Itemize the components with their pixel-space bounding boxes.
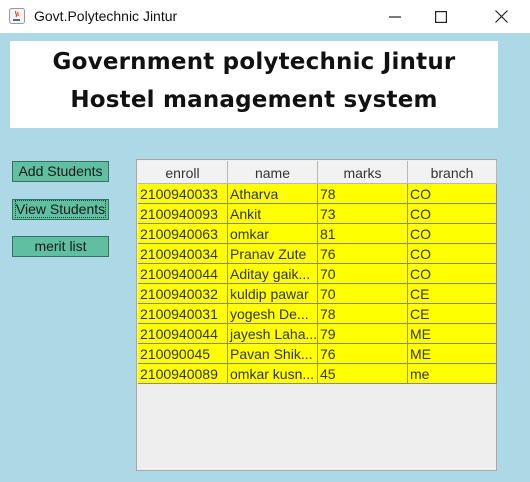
- maximize-button[interactable]: [418, 0, 464, 33]
- table-row[interactable]: 2100940089 omkar kusn... 45 me: [138, 364, 497, 384]
- cell-marks[interactable]: 73: [318, 204, 408, 224]
- minimize-button[interactable]: [372, 0, 418, 33]
- column-header-marks[interactable]: marks: [318, 161, 408, 184]
- banner-subtitle: Hostel management system: [70, 87, 438, 113]
- main-panel: Government polytechnic Jintur Hostel man…: [0, 33, 530, 482]
- cell-marks[interactable]: 70: [318, 264, 408, 284]
- table-row[interactable]: 2100940063 omkar 81 CO: [138, 224, 497, 244]
- cell-branch[interactable]: CO: [408, 204, 497, 224]
- cell-name[interactable]: omkar: [228, 224, 318, 244]
- table-body: 2100940033 Atharva 78 CO 2100940093 Anki…: [138, 184, 497, 384]
- cell-branch[interactable]: CE: [408, 284, 497, 304]
- close-icon: [494, 10, 508, 23]
- column-header-enroll[interactable]: enroll: [138, 161, 228, 184]
- cell-enroll[interactable]: 2100940044: [138, 324, 228, 344]
- table-row[interactable]: 2100940093 Ankit 73 CO: [138, 204, 497, 224]
- banner-title: Government polytechnic Jintur: [52, 49, 456, 75]
- column-header-branch[interactable]: branch: [408, 161, 497, 184]
- table-row[interactable]: 2100940034 Pranav Zute 76 CO: [138, 244, 497, 264]
- cell-enroll[interactable]: 2100940032: [138, 284, 228, 304]
- cell-marks[interactable]: 79: [318, 324, 408, 344]
- cell-branch[interactable]: CO: [408, 264, 497, 284]
- cell-branch[interactable]: CO: [408, 224, 497, 244]
- cell-name[interactable]: yogesh De...: [228, 304, 318, 324]
- title-bar: Govt.Polytechnic Jintur: [0, 0, 530, 33]
- cell-marks[interactable]: 78: [318, 304, 408, 324]
- cell-name[interactable]: Pranav Zute: [228, 244, 318, 264]
- cell-marks[interactable]: 76: [318, 244, 408, 264]
- close-button[interactable]: [478, 0, 524, 33]
- cell-branch[interactable]: ME: [408, 344, 497, 364]
- cell-name[interactable]: Ankit: [228, 204, 318, 224]
- cell-name[interactable]: jayesh Laha...: [228, 324, 318, 344]
- view-students-button[interactable]: View Students: [12, 199, 109, 220]
- cell-marks[interactable]: 70: [318, 284, 408, 304]
- cell-enroll[interactable]: 2100940063: [138, 224, 228, 244]
- table-row[interactable]: 2100940044 jayesh Laha... 79 ME: [138, 324, 497, 344]
- view-students-label: View Students: [14, 200, 107, 218]
- window-title: Govt.Polytechnic Jintur: [34, 8, 178, 24]
- cell-enroll[interactable]: 210090045: [138, 344, 228, 364]
- java-app-icon: [9, 8, 25, 24]
- cell-branch[interactable]: ME: [408, 324, 497, 344]
- cell-enroll[interactable]: 2100940034: [138, 244, 228, 264]
- table-row[interactable]: 2100940032 kuldip pawar 70 CE: [138, 284, 497, 304]
- table-row[interactable]: 2100940044 Aditay gaik... 70 CO: [138, 264, 497, 284]
- cell-branch[interactable]: CE: [408, 304, 497, 324]
- students-table[interactable]: enroll name marks branch 2100940033 Atha…: [136, 159, 497, 471]
- cell-enroll[interactable]: 2100940033: [138, 184, 228, 204]
- cell-name[interactable]: Pavan Shik...: [228, 344, 318, 364]
- cell-enroll[interactable]: 2100940089: [138, 364, 228, 384]
- cell-name[interactable]: omkar kusn...: [228, 364, 318, 384]
- merit-list-label: merit list: [34, 238, 87, 254]
- table-row[interactable]: 2100940033 Atharva 78 CO: [138, 184, 497, 204]
- cell-name[interactable]: kuldip pawar: [228, 284, 318, 304]
- table-row[interactable]: 2100940031 yogesh De... 78 CE: [138, 304, 497, 324]
- add-students-button[interactable]: Add Students: [12, 161, 109, 182]
- cell-name[interactable]: Aditay gaik...: [228, 264, 318, 284]
- add-students-label: Add Students: [18, 163, 103, 179]
- cell-enroll[interactable]: 2100940093: [138, 204, 228, 224]
- minimize-icon: [389, 15, 401, 18]
- cell-marks[interactable]: 76: [318, 344, 408, 364]
- merit-list-button[interactable]: merit list: [12, 236, 109, 257]
- table-row[interactable]: 210090045 Pavan Shik... 76 ME: [138, 344, 497, 364]
- table-header: enroll name marks branch: [138, 161, 497, 184]
- cell-branch[interactable]: me: [408, 364, 497, 384]
- cell-branch[interactable]: CO: [408, 184, 497, 204]
- cell-name[interactable]: Atharva: [228, 184, 318, 204]
- cell-marks[interactable]: 45: [318, 364, 408, 384]
- header-banner: Government polytechnic Jintur Hostel man…: [10, 41, 498, 128]
- column-header-name[interactable]: name: [228, 161, 318, 184]
- cell-enroll[interactable]: 2100940031: [138, 304, 228, 324]
- cell-enroll[interactable]: 2100940044: [138, 264, 228, 284]
- cell-marks[interactable]: 78: [318, 184, 408, 204]
- cell-marks[interactable]: 81: [318, 224, 408, 244]
- cell-branch[interactable]: CO: [408, 244, 497, 264]
- maximize-icon: [435, 10, 447, 23]
